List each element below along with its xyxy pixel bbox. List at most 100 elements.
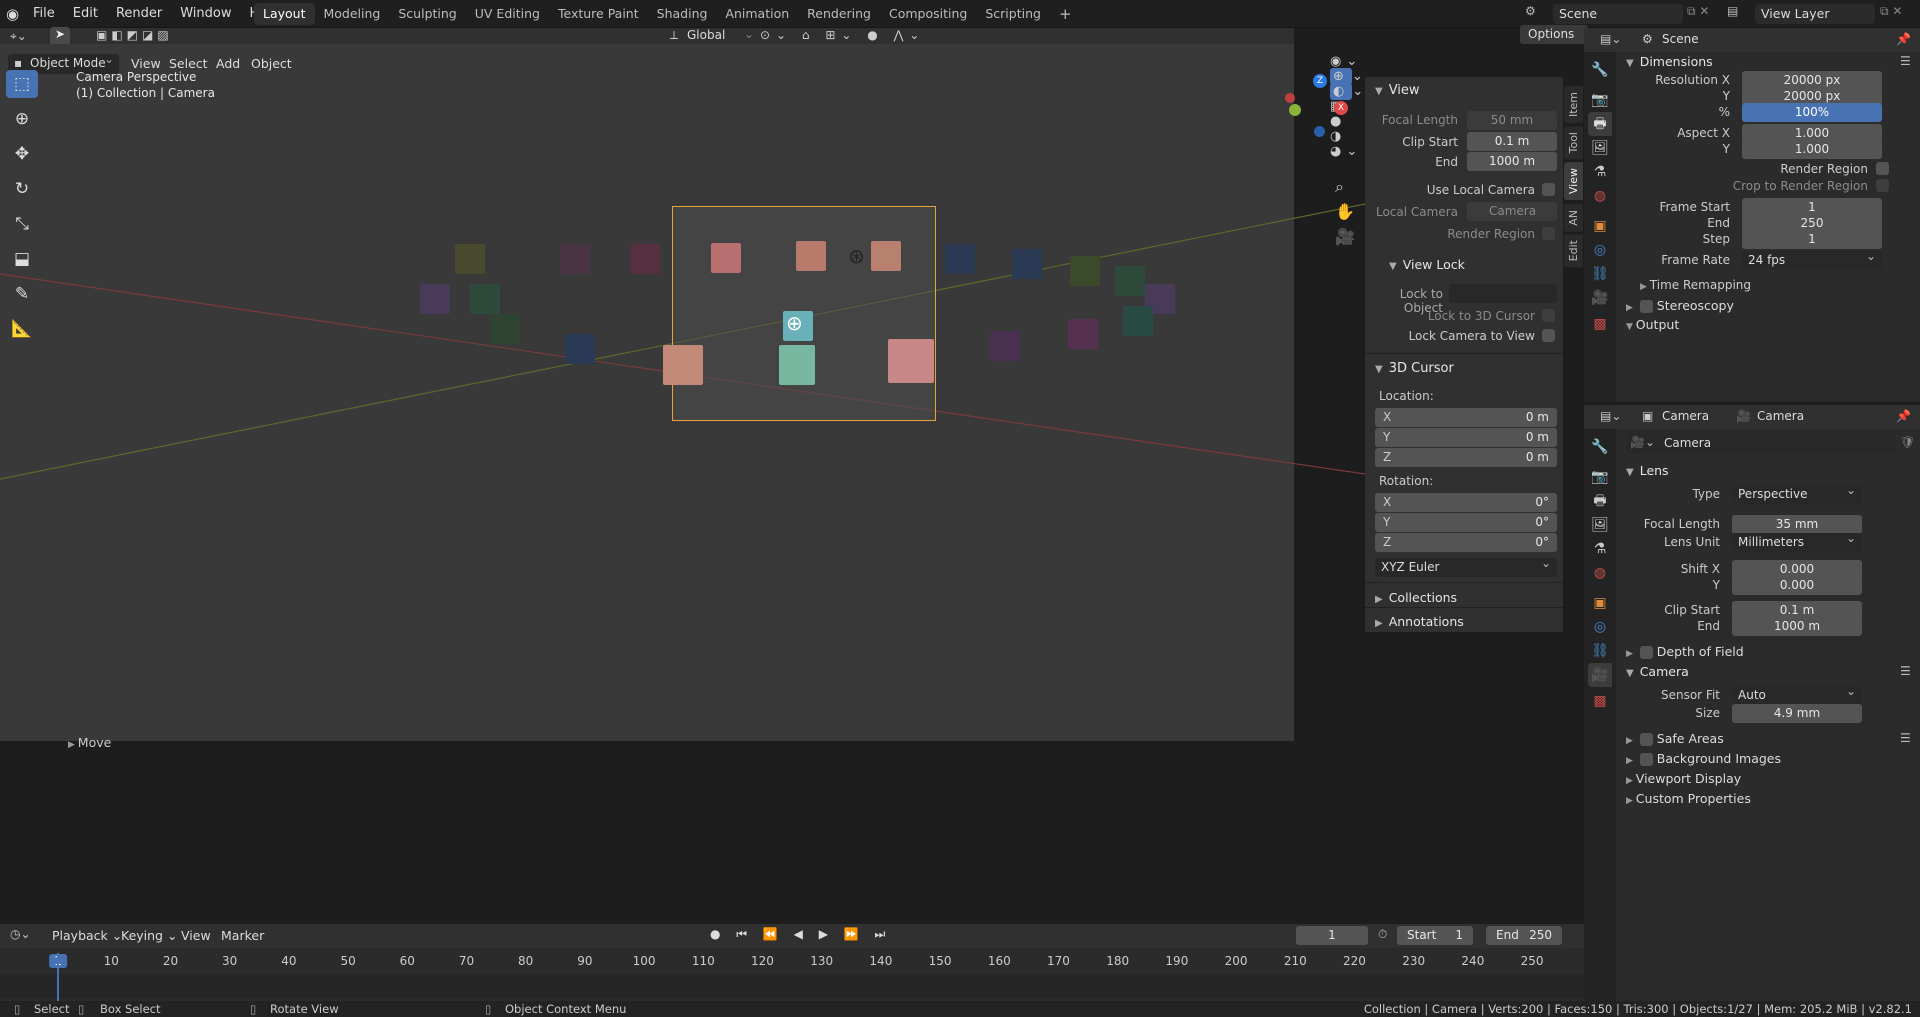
tool-props-tab-icon[interactable]: 🔧 <box>1588 58 1612 82</box>
constraints-tab-icon[interactable]: ⛓ <box>1588 639 1612 663</box>
object-tab-icon[interactable]: ▣ <box>1588 591 1612 615</box>
move-tool-icon[interactable]: ✥ <box>6 140 38 168</box>
render-region-checkbox[interactable] <box>1876 162 1889 175</box>
menu-window[interactable]: Window <box>171 0 240 28</box>
menu-file[interactable]: File <box>24 0 64 28</box>
use-local-camera-checkbox[interactable] <box>1542 183 1555 196</box>
tool-props-tab-icon[interactable]: 🔧 <box>1588 435 1612 459</box>
preview-range-icon[interactable]: ⏱ <box>1378 927 1387 942</box>
camera-section-header[interactable]: ▼ Camera <box>1626 664 1689 679</box>
lock-camera-checkbox[interactable] <box>1542 329 1555 342</box>
viewport-display-header[interactable]: ▶ Viewport Display <box>1626 771 1741 786</box>
cursor-z-field[interactable]: Z0 m <box>1375 448 1557 467</box>
sensor-fit-dropdown[interactable]: Auto <box>1732 682 1862 705</box>
dimensions-header[interactable]: ▼ Dimensions <box>1626 54 1713 69</box>
render-props-tab-icon[interactable]: 📷 <box>1588 465 1612 489</box>
scene-cube[interactable] <box>420 284 450 314</box>
rotate-tool-icon[interactable]: ↻ <box>6 175 38 203</box>
snapping-icons[interactable]: ⊙⌄ ⌂ ⊞⌄ ● ⋀⌄ <box>760 28 925 42</box>
scene-tab-icon[interactable]: ⚗ <box>1588 537 1612 561</box>
select-tool-icon[interactable]: ➤ <box>50 27 70 45</box>
texture-tab-icon[interactable]: ▩ <box>1588 689 1612 713</box>
scene-cube[interactable] <box>1070 256 1100 286</box>
world-tab-icon[interactable]: ◍ <box>1588 184 1612 208</box>
scene-cube[interactable] <box>871 241 901 271</box>
blender-logo-icon[interactable]: ◉ <box>6 5 24 23</box>
tab-an[interactable]: AN <box>1564 203 1583 232</box>
annotate-tool-icon[interactable]: ✎ <box>6 280 38 308</box>
tab-scripting[interactable]: Scripting <box>976 3 1050 25</box>
tab-texture-paint[interactable]: Texture Paint <box>549 3 648 25</box>
scene-cube[interactable] <box>1115 266 1145 296</box>
lens-header[interactable]: ▼ Lens <box>1626 463 1669 478</box>
fake-user-icon[interactable]: 🛡 <box>1900 435 1915 449</box>
scene-cube[interactable] <box>663 345 703 385</box>
transform-tool-icon[interactable]: ⬓ <box>6 245 38 273</box>
output-header[interactable]: ▼ Output <box>1626 317 1679 332</box>
tab-uv-editing[interactable]: UV Editing <box>466 3 549 25</box>
x-axis-icon[interactable]: X <box>1334 101 1348 115</box>
navigation-gizmo[interactable]: Z X <box>1285 74 1355 144</box>
start-frame-field[interactable]: Start 1 <box>1397 926 1473 945</box>
custom-properties-header[interactable]: ▶ Custom Properties <box>1626 791 1751 806</box>
resolution-percent-field[interactable]: 100% <box>1742 103 1882 122</box>
selection-mode-icons[interactable]: ▣◧◩◪▨ <box>96 28 173 42</box>
measure-tool-icon[interactable]: 📐 <box>6 315 38 343</box>
pan-hand-icon[interactable]: ✋ <box>1335 199 1355 224</box>
tab-animation[interactable]: Animation <box>716 3 798 25</box>
tab-compositing[interactable]: Compositing <box>880 3 976 25</box>
scene-cube[interactable] <box>945 244 975 274</box>
tab-rendering[interactable]: Rendering <box>798 3 880 25</box>
cursor-rot-x-field[interactable]: X 0° <box>1375 493 1557 512</box>
physics-tab-icon[interactable]: ◎ <box>1588 238 1612 262</box>
3d-cursor-section-header[interactable]: ▼ 3D Cursor <box>1375 361 1454 376</box>
tab-tool[interactable]: Tool <box>1564 126 1583 160</box>
z-axis-icon[interactable]: Z <box>1313 74 1327 88</box>
current-frame-field[interactable]: 1 <box>1296 926 1368 945</box>
constraints-tab-icon[interactable]: ⛓ <box>1588 262 1612 286</box>
clip-start-field[interactable]: 0.1 m <box>1467 132 1557 151</box>
collections-section-header[interactable]: ▶ Collections <box>1375 590 1457 605</box>
3d-cursor-icon[interactable]: ⊕ <box>786 311 803 335</box>
object-tab-icon[interactable]: ▣ <box>1588 214 1612 238</box>
view-lock-header[interactable]: ▼ View Lock <box>1389 257 1465 272</box>
select-box-tool-icon[interactable]: ⬚ <box>6 70 38 98</box>
lens-type-dropdown[interactable]: Perspective <box>1732 481 1862 504</box>
options-button[interactable]: Options <box>1520 25 1588 44</box>
menu-edit[interactable]: Edit <box>64 0 107 28</box>
camera-presets-icon[interactable]: ☰ <box>1900 664 1911 678</box>
timeline-tracks[interactable] <box>0 974 1584 998</box>
stereoscopy-header[interactable]: ▶ Stereoscopy <box>1626 298 1734 313</box>
background-images-header[interactable]: ▶ Background Images <box>1626 751 1781 766</box>
presets-icon[interactable]: ☰ <box>1900 54 1911 68</box>
marker-menu[interactable]: Marker <box>215 926 270 946</box>
aspect-y-field[interactable]: 1.000 <box>1742 140 1882 159</box>
pin-icon[interactable]: 📌 <box>1896 32 1911 46</box>
scene-cube[interactable] <box>565 334 595 364</box>
data-tab-icon[interactable]: 🎥 <box>1588 286 1612 310</box>
focal-length-field[interactable]: 50 mm <box>1467 111 1557 130</box>
view-layer-tab-icon[interactable]: 🖼 <box>1588 136 1612 160</box>
annotations-section-header[interactable]: ▶ Annotations <box>1375 614 1464 629</box>
rotation-mode-dropdown[interactable]: XYZ Euler <box>1375 554 1557 577</box>
lock-to-cursor-checkbox[interactable] <box>1542 309 1555 322</box>
orientation-icon[interactable]: ⟂ <box>670 28 678 43</box>
scene-cube[interactable] <box>470 284 500 314</box>
camera-frame[interactable]: ⊛ ⊕ <box>663 206 936 421</box>
add-workspace-icon[interactable]: + <box>1050 3 1081 25</box>
cam-clip-end-field[interactable]: 1000 m <box>1732 617 1862 636</box>
view-layer-icon[interactable]: ▤ <box>1727 4 1738 18</box>
shift-y-field[interactable]: 0.000 <box>1732 576 1862 595</box>
lens-unit-dropdown[interactable]: Millimeters <box>1732 529 1862 552</box>
scene-cube[interactable] <box>1123 306 1153 336</box>
neg-z-axis-icon[interactable] <box>1314 126 1325 137</box>
scene-cube[interactable] <box>779 345 815 385</box>
lock-to-object-field[interactable] <box>1449 284 1557 303</box>
scene-selector[interactable]: Scene <box>1553 4 1683 24</box>
sensor-size-field[interactable]: 4.9 mm <box>1732 704 1862 723</box>
scene-cube[interactable] <box>455 244 485 274</box>
scene-cube[interactable] <box>1012 249 1042 279</box>
camera-view-icon[interactable]: 🎥 <box>1335 224 1355 249</box>
scene-cube[interactable] <box>888 339 934 383</box>
scene-cube[interactable] <box>1068 319 1098 349</box>
